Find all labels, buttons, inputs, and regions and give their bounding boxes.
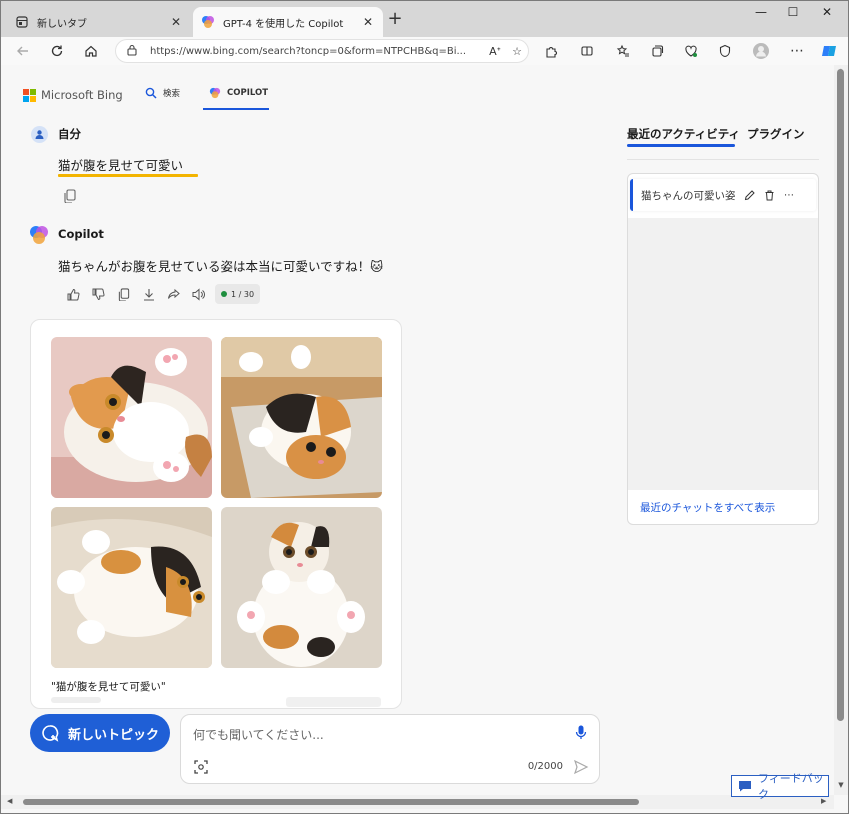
download-icon[interactable]	[136, 284, 161, 304]
tab-plugins[interactable]: プラグイン	[747, 126, 805, 142]
generated-image-3[interactable]	[51, 507, 212, 668]
generated-image-1[interactable]	[51, 337, 212, 498]
collections-icon[interactable]	[647, 41, 667, 61]
bot-message: 猫ちゃんがお腹を見せている姿は本当に可愛いですね！🐱	[58, 259, 384, 274]
back-arrow-icon[interactable]	[13, 41, 33, 61]
address-bar[interactable]: https://www.bing.com/search?toncp=0&form…	[115, 39, 529, 63]
split-screen-icon[interactable]	[577, 41, 597, 61]
url-text[interactable]: https://www.bing.com/search?toncp=0&form…	[150, 46, 484, 57]
sidebar-divider	[627, 159, 819, 160]
nav-search-label: 検索	[163, 89, 181, 99]
image-caption-meta	[51, 697, 101, 703]
wallet-icon[interactable]	[715, 41, 735, 61]
chat-input-placeholder[interactable]: 何でも聞いてください...	[193, 726, 324, 743]
minimize-button[interactable]: —	[749, 5, 773, 23]
close-window-button[interactable]: ✕	[815, 5, 839, 23]
lock-icon[interactable]	[126, 44, 142, 59]
user-name: 自分	[58, 127, 81, 141]
maximize-button[interactable]: ☐	[781, 5, 805, 23]
visual-search-icon[interactable]	[193, 759, 209, 775]
thumbs-up-icon[interactable]	[61, 284, 86, 304]
feedback-label: フィードバック	[758, 772, 824, 801]
new-topic-label: 新しいトピック	[68, 727, 160, 743]
recent-activity-panel: 猫ちゃんの可愛い姿 ⋯ 最近のチャットをすべて表示	[627, 173, 819, 525]
image-card-footer-bar	[286, 697, 381, 707]
delete-icon[interactable]	[759, 190, 779, 201]
vertical-scrollbar[interactable]: ▲ ▼	[834, 65, 848, 795]
favorites-icon[interactable]	[613, 41, 633, 61]
response-actions: 1 / 30	[61, 284, 261, 304]
status-dot	[221, 291, 227, 297]
image-caption: "猫が腹を見せて可愛い"	[51, 681, 166, 693]
tab-title: GPT-4 を使用した Copilot	[223, 18, 344, 30]
recent-chat-title: 猫ちゃんの可愛い姿	[641, 189, 736, 202]
profile-avatar[interactable]	[751, 41, 771, 61]
extensions-icon[interactable]	[541, 41, 561, 61]
send-icon[interactable]	[573, 759, 589, 775]
vertical-scroll-thumb[interactable]	[837, 69, 844, 721]
thumbs-down-icon[interactable]	[86, 284, 111, 304]
tab-copilot[interactable]: GPT-4 を使用した Copilot ✕	[193, 7, 383, 37]
logo-text: Microsoft Bing	[41, 88, 123, 102]
generated-image-4[interactable]	[221, 507, 382, 668]
share-icon[interactable]	[161, 284, 186, 304]
bing-logo[interactable]: Microsoft Bing	[23, 88, 123, 102]
user-message-highlight	[58, 174, 198, 177]
browser-window: 新しいタブ ✕ GPT-4 を使用した Copilot ✕ + — ☐ ✕ ht…	[0, 0, 849, 814]
feedback-icon	[738, 780, 752, 792]
activity-list-area	[628, 218, 818, 490]
scroll-left-icon[interactable]: ◀	[7, 797, 12, 805]
horizontal-scroll-thumb[interactable]	[23, 799, 639, 805]
edit-icon[interactable]	[739, 189, 759, 201]
active-tab-indicator	[627, 144, 735, 147]
tab-strip: 新しいタブ ✕ GPT-4 を使用した Copilot ✕ + — ☐ ✕	[1, 1, 848, 37]
browser-essentials-icon[interactable]	[681, 41, 701, 61]
speaker-icon[interactable]	[186, 284, 211, 304]
copilot-icon	[201, 15, 215, 29]
tab-new-tab[interactable]: 新しいタブ ✕	[7, 7, 191, 37]
chat-input-box[interactable]: 何でも聞いてください... 0/2000	[180, 714, 600, 784]
refresh-icon[interactable]	[47, 41, 67, 61]
new-tab-button[interactable]: +	[385, 10, 405, 30]
new-topic-icon	[40, 723, 60, 743]
more-options-icon[interactable]: ⋯	[787, 41, 807, 61]
copilot-sidebar-icon[interactable]	[819, 41, 839, 61]
copilot-icon	[209, 87, 221, 99]
home-icon[interactable]	[81, 41, 101, 61]
microphone-icon[interactable]	[573, 724, 589, 740]
bing-copilot-page: Microsoft Bing 検索 COPILOT 自分 猫が腹を見せて可愛い	[1, 65, 834, 795]
feedback-button[interactable]: フィードバック	[731, 772, 829, 801]
favorite-star-icon[interactable]: ☆	[506, 45, 528, 58]
tab-title: 新しいタブ	[37, 18, 87, 30]
read-aloud-icon[interactable]: Aᐩ	[484, 45, 506, 58]
counter-text: 1 / 30	[231, 289, 255, 299]
microsoft-logo-icon	[23, 88, 36, 102]
response-counter: 1 / 30	[215, 284, 261, 304]
new-topic-button[interactable]: 新しいトピック	[30, 714, 170, 752]
user-message: 猫が腹を見せて可愛い	[58, 158, 184, 173]
user-avatar	[31, 126, 48, 143]
generated-images-card: "猫が腹を見せて可愛い"	[30, 319, 402, 709]
see-all-chats-link[interactable]: 最近のチャットをすべて表示	[640, 500, 775, 515]
horizontal-scrollbar[interactable]: ◀ ▶	[1, 795, 834, 809]
address-bar-row: https://www.bing.com/search?toncp=0&form…	[1, 37, 848, 65]
copilot-avatar-icon	[29, 225, 49, 245]
bot-name: Copilot	[58, 227, 104, 241]
generated-image-2[interactable]	[221, 337, 382, 498]
nav-search[interactable]: 検索	[145, 87, 180, 99]
scroll-down-icon[interactable]: ▼	[836, 781, 846, 789]
tab-close-icon[interactable]: ✕	[169, 15, 183, 29]
nav-copilot[interactable]: COPILOT	[209, 87, 268, 99]
more-options-icon[interactable]: ⋯	[779, 190, 799, 201]
recent-chat-item[interactable]: 猫ちゃんの可愛い姿 ⋯	[630, 179, 816, 211]
copy-icon[interactable]	[111, 284, 136, 304]
nav-copilot-label: COPILOT	[227, 88, 268, 98]
search-icon	[145, 87, 157, 99]
tab-recent-activity[interactable]: 最近のアクティビティ	[627, 126, 740, 142]
char-counter: 0/2000	[527, 761, 563, 772]
newtab-page-icon	[15, 15, 29, 29]
copy-icon[interactable]	[64, 189, 78, 204]
tab-close-icon[interactable]: ✕	[361, 15, 375, 29]
active-nav-indicator	[203, 108, 269, 110]
